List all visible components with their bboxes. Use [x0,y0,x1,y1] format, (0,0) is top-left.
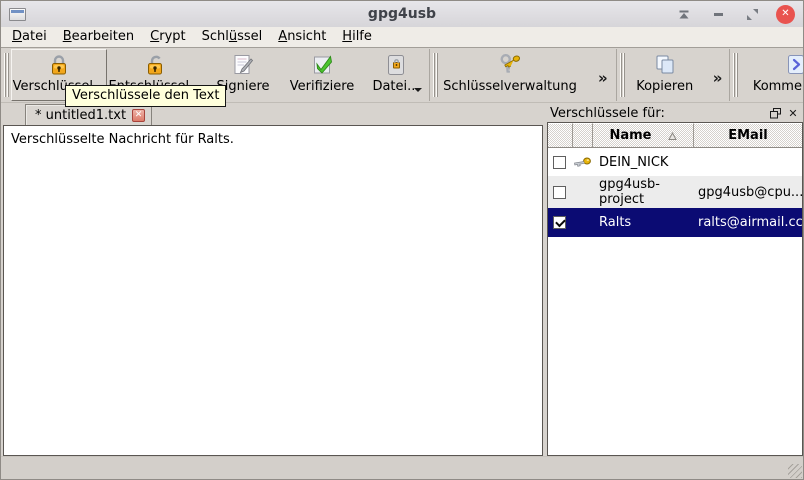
table-row[interactable]: DEIN_NICK [548,148,802,176]
app-window: gpg4usb ✕ Datei Bearbeiten Crypt Schlüss… [0,0,804,480]
menubar: Datei Bearbeiten Crypt Schlüssel Ansicht… [1,27,803,48]
close-button[interactable]: ✕ [776,4,795,24]
key-email: gpg4usb@cpu... [698,184,802,200]
statusbar [1,456,803,479]
menu-crypt[interactable]: Crypt [142,28,193,46]
tab-close-button[interactable]: ✕ [132,108,146,122]
key-name: Ralts [599,215,632,230]
tab-title: * untitled1.txt [35,107,127,123]
toolbar-handle[interactable] [433,53,438,97]
menu-hilfe[interactable]: Hilfe [334,28,380,46]
toolbar-overflow-chevron[interactable]: » [594,69,612,87]
file-lock-icon [388,55,404,75]
key-management-button[interactable]: Schlüsselverwaltung [440,49,580,101]
key-icon [574,157,591,167]
key-toolbar: Schlüsselverwaltung » [429,49,616,101]
lock-closed-icon [52,55,66,75]
edit-toolbar: Kopieren » [615,49,730,101]
row-checkbox[interactable] [553,216,566,229]
row-checkbox[interactable] [553,155,566,169]
maximize-icon [746,8,758,20]
dock-close-button[interactable]: ✕ [786,106,800,120]
key-email: ralts@airmail.cc [698,215,802,230]
dock-float-button[interactable] [768,106,782,120]
key-name: DEIN_NICK [599,154,669,170]
table-empty-area[interactable] [548,237,802,455]
menu-schluessel[interactable]: Schlüssel [194,28,271,46]
row-checkbox[interactable] [553,185,566,199]
verify-check-icon [314,55,332,74]
copy-button[interactable]: Kopieren [631,49,699,101]
menu-datei[interactable]: Datei [4,28,55,46]
tooltip: Verschlüssele den Text [65,85,227,107]
minimize-icon [713,12,723,16]
copy-icon [656,55,674,74]
toolbar-overflow-chevron[interactable]: » [709,69,727,87]
header-checkbox-column[interactable] [548,123,573,147]
table-row[interactable]: gpg4usb-project gpg4usb@cpu... [548,176,802,208]
resize-grip[interactable] [788,464,802,478]
header-email-column[interactable]: EMail [694,123,802,147]
keys-icon [500,53,521,73]
lock-open-icon [148,55,162,75]
toolbar-handle[interactable] [619,53,625,97]
encrypt-file-button[interactable]: Datei... [367,49,425,101]
comment-toolbar: Kommentiere » [729,49,803,101]
main-area: * untitled1.txt ✕ Verschlüsselte Nachric… [1,103,803,456]
sign-document-icon [234,55,254,74]
minimize-button[interactable] [708,4,728,24]
table-row[interactable]: Ralts ralts@airmail.cc [548,208,802,237]
dropdown-arrow-icon [414,88,422,92]
toolbar-handle[interactable] [733,53,739,97]
quote-icon [788,55,803,74]
editor-pane: * untitled1.txt ✕ Verschlüsselte Nachric… [1,103,543,456]
text-editor[interactable]: Verschlüsselte Nachricht für Ralts. [3,125,543,456]
shade-icon [679,10,689,18]
header-name-column[interactable]: Name [593,123,694,147]
dock-close-icon: ✕ [788,106,798,120]
key-table: Name EMail DEIN_NICK gpg4usb-project gpg… [547,122,803,456]
shade-button[interactable] [674,4,694,24]
window-menu-icon[interactable] [9,7,26,21]
table-header: Name EMail [548,123,802,148]
menu-bearbeiten[interactable]: Bearbeiten [55,28,142,46]
encrypt-for-dock: Verschlüssele für: ✕ Name EMail DEIN_NIC… [547,103,803,456]
editor-text: Verschlüsselte Nachricht für Ralts. [11,132,234,147]
sort-indicator-icon [667,132,677,140]
maximize-button[interactable] [742,4,762,24]
header-icon-column[interactable] [573,123,593,147]
toolbar-handle[interactable] [4,53,9,97]
comment-button[interactable]: Kommentiere [746,49,803,101]
dock-title-label: Verschlüssele für: [550,105,665,121]
verify-button[interactable]: Verifiziere [285,49,359,101]
dock-titlebar[interactable]: Verschlüssele für: ✕ [547,103,803,122]
titlebar[interactable]: gpg4usb ✕ [1,1,803,27]
tab-untitled1[interactable]: * untitled1.txt ✕ [25,104,153,125]
menu-ansicht[interactable]: Ansicht [270,28,334,46]
float-icon [769,107,781,118]
key-name: gpg4usb-project [599,177,660,207]
close-icon: ✕ [781,8,790,19]
